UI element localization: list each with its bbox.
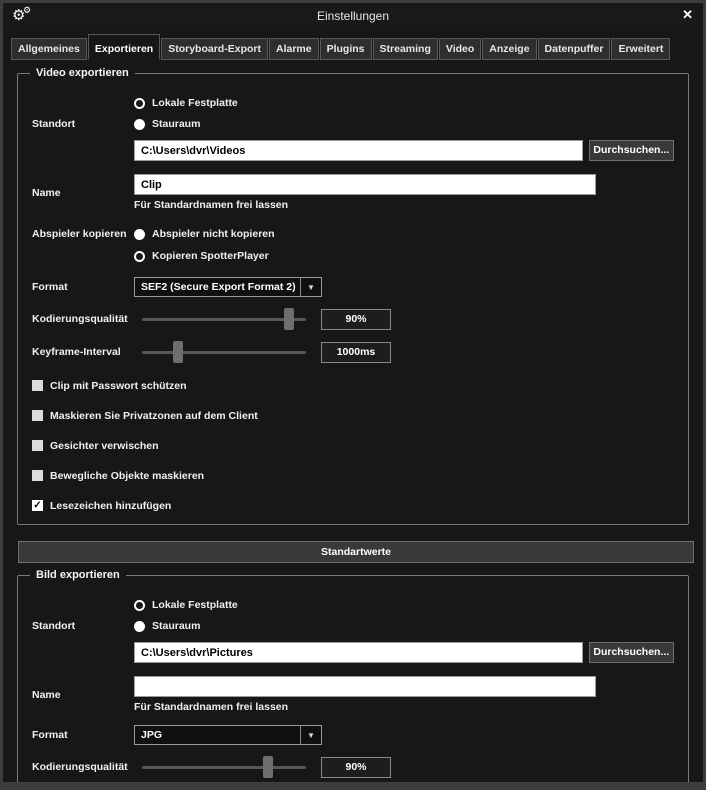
bild-radio-stauraum[interactable]: Stauraum: [134, 617, 200, 635]
radio-label: Stauraum: [152, 620, 200, 632]
tab-alarme[interactable]: Alarme: [269, 38, 319, 60]
close-icon[interactable]: ✕: [682, 7, 693, 23]
radio-label: Lokale Festplatte: [152, 97, 238, 109]
radio-icon: [134, 621, 145, 632]
dropdown-arrow-button[interactable]: ▼: [300, 278, 321, 296]
video-export-group: Video exportieren Lokale Festplatte Stan…: [17, 73, 689, 525]
dropdown-value: JPG: [135, 726, 300, 744]
video-radio-kopieren-spotterplayer[interactable]: Kopieren SpotterPlayer: [134, 247, 275, 265]
checkmark-icon: ✓: [33, 500, 41, 511]
bild-export-group: Bild exportieren Lokale Festplatte Stand…: [17, 575, 689, 790]
checkbox-icon: ✓: [32, 470, 43, 481]
video-abspieler-label: Abspieler kopieren: [32, 225, 134, 243]
radio-icon: [134, 98, 145, 109]
video-format-label: Format: [32, 281, 134, 293]
dropdown-arrow-button[interactable]: ▼: [300, 726, 321, 744]
radio-label: Abspieler nicht kopieren: [152, 228, 275, 240]
dropdown-value: SEF2 (Secure Export Format 2): [135, 278, 300, 296]
video-name-label: Name: [32, 187, 134, 199]
checkbox-icon: ✓: [32, 500, 43, 511]
checkbox-label: Clip mit Passwort schützen: [50, 380, 187, 392]
tab-datenpuffer[interactable]: Datenpuffer: [538, 38, 611, 60]
radio-icon: [134, 119, 145, 130]
dialog-title: Einstellungen: [3, 9, 703, 23]
slider-track: [142, 766, 306, 769]
video-path-input[interactable]: [134, 140, 583, 161]
video-quality-slider[interactable]: [134, 307, 310, 331]
video-format-dropdown[interactable]: SEF2 (Secure Export Format 2) ▼: [134, 277, 322, 297]
tab-video[interactable]: Video: [439, 38, 481, 60]
radio-icon: [134, 229, 145, 240]
bild-standort-label: Standort: [32, 620, 134, 632]
bild-format-dropdown[interactable]: JPG ▼: [134, 725, 322, 745]
checkbox-clip-passwort[interactable]: ✓ Clip mit Passwort schützen: [32, 377, 674, 394]
slider-handle[interactable]: [263, 756, 273, 778]
video-quality-value: 90%: [321, 309, 391, 330]
video-keyframe-value: 1000ms: [321, 342, 391, 363]
checkbox-objekte-maskieren[interactable]: ✓ Bewegliche Objekte maskieren: [32, 467, 674, 484]
bild-path-input[interactable]: [134, 642, 583, 663]
tab-streaming[interactable]: Streaming: [373, 38, 438, 60]
tab-plugins[interactable]: Plugins: [320, 38, 372, 60]
tab-anzeige[interactable]: Anzeige: [482, 38, 536, 60]
video-defaults-button[interactable]: Standartwerte: [18, 541, 694, 563]
bild-browse-button[interactable]: Durchsuchen...: [589, 642, 674, 663]
radio-icon: [134, 600, 145, 611]
video-quality-label: Kodierungsqualität: [32, 313, 134, 325]
bild-export-legend: Bild exportieren: [30, 568, 126, 583]
slider-track: [142, 351, 306, 354]
checkbox-label: Lesezeichen hinzufügen: [50, 500, 171, 512]
bild-format-label: Format: [32, 729, 134, 741]
bild-quality-slider[interactable]: [134, 755, 310, 779]
chevron-down-icon: ▼: [307, 731, 315, 740]
radio-label: Lokale Festplatte: [152, 599, 238, 611]
checkbox-gesichter-verwischen[interactable]: ✓ Gesichter verwischen: [32, 437, 674, 454]
tab-erweitert[interactable]: Erweitert: [611, 38, 670, 60]
slider-handle[interactable]: [284, 308, 294, 330]
settings-tabbar: Allgemeines Exportieren Storyboard-Expor…: [3, 29, 703, 60]
video-radio-stauraum[interactable]: Stauraum: [134, 115, 200, 133]
bild-name-hint: Für Standardnamen frei lassen: [134, 701, 596, 713]
bild-name-input[interactable]: [134, 676, 596, 697]
bild-quality-value: 90%: [321, 757, 391, 778]
chevron-down-icon: ▼: [307, 283, 315, 292]
bild-quality-label: Kodierungsqualität: [32, 761, 134, 773]
video-keyframe-label: Keyframe-Interval: [32, 346, 134, 358]
slider-handle[interactable]: [173, 341, 183, 363]
settings-dialog: ⚙ ⚙ Einstellungen ✕ Allgemeines Exportie…: [0, 0, 706, 790]
checkbox-label: Bewegliche Objekte maskieren: [50, 470, 204, 482]
tab-storyboard-export[interactable]: Storyboard-Export: [161, 38, 268, 60]
bild-radio-lokale-festplatte[interactable]: Lokale Festplatte: [134, 596, 238, 614]
tab-exportieren[interactable]: Exportieren: [88, 34, 160, 60]
video-name-input[interactable]: [134, 174, 596, 195]
video-export-legend: Video exportieren: [30, 66, 135, 81]
checkbox-label: Maskieren Sie Privatzonen auf dem Client: [50, 410, 258, 422]
radio-icon: [134, 251, 145, 262]
video-radio-lokale-festplatte[interactable]: Lokale Festplatte: [134, 94, 238, 112]
radio-label: Stauraum: [152, 118, 200, 130]
radio-label: Kopieren SpotterPlayer: [152, 250, 269, 262]
video-browse-button[interactable]: Durchsuchen...: [589, 140, 674, 161]
video-name-hint: Für Standardnamen frei lassen: [134, 199, 596, 211]
video-radio-nicht-kopieren[interactable]: Abspieler nicht kopieren: [134, 225, 275, 243]
checkbox-privatzonen-maskieren[interactable]: ✓ Maskieren Sie Privatzonen auf dem Clie…: [32, 407, 674, 424]
checkbox-icon: ✓: [32, 380, 43, 391]
tab-allgemeines[interactable]: Allgemeines: [11, 38, 87, 60]
bild-name-label: Name: [32, 689, 134, 701]
checkbox-icon: ✓: [32, 410, 43, 421]
video-keyframe-slider[interactable]: [134, 340, 310, 364]
video-standort-label: Standort: [32, 118, 134, 130]
checkbox-label: Gesichter verwischen: [50, 440, 159, 452]
checkbox-lesezeichen[interactable]: ✓ Lesezeichen hinzufügen: [32, 497, 674, 514]
checkbox-icon: ✓: [32, 440, 43, 451]
slider-track: [142, 318, 306, 321]
title-bar: ⚙ ⚙ Einstellungen ✕: [3, 3, 703, 29]
